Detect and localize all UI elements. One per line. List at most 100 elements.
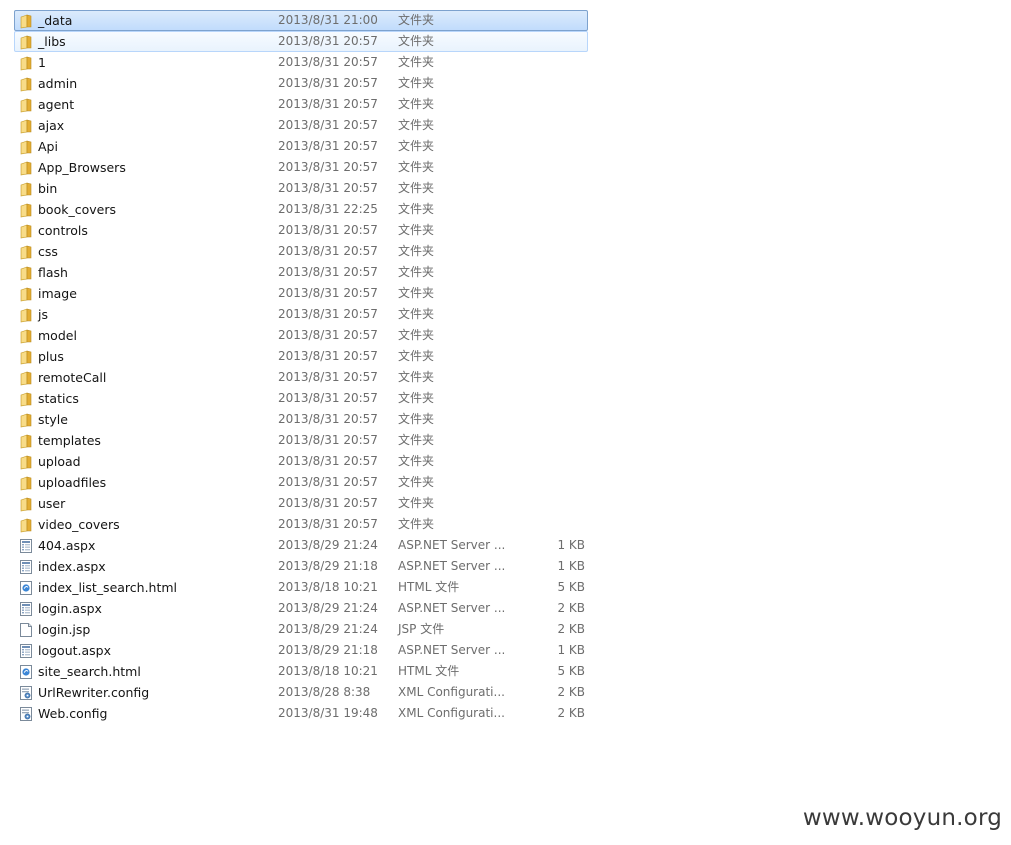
file-row[interactable]: statics 2013/8/31 20:57 文件夹 (14, 388, 588, 409)
file-type: ASP.NET Server ... (398, 601, 506, 615)
file-name: style (38, 412, 68, 427)
file-row[interactable]: agent 2013/8/31 20:57 文件夹 (14, 94, 588, 115)
file-row[interactable]: 404.aspx 2013/8/29 21:24 ASP.NET Server ..… (14, 535, 588, 556)
file-date-modified: 2013/8/31 20:57 (278, 517, 378, 531)
file-row[interactable]: _libs 2013/8/31 20:57 文件夹 (14, 31, 588, 52)
aspx-file-icon (18, 643, 34, 659)
file-type: 文件夹 (398, 34, 435, 48)
folder-icon (18, 202, 34, 218)
file-row[interactable]: Web.config 2013/8/31 19:48 XML Configurati… (14, 703, 588, 724)
file-name: admin (38, 76, 78, 91)
file-date-modified: 2013/8/31 21:00 (278, 13, 378, 27)
folder-icon (18, 391, 34, 407)
file-row[interactable]: flash 2013/8/31 20:57 文件夹 (14, 262, 588, 283)
file-row[interactable]: admin 2013/8/31 20:57 文件夹 (14, 73, 588, 94)
file-size: 1 KB (557, 559, 585, 573)
file-name: video_covers (38, 517, 120, 532)
file-row[interactable]: video_covers 2013/8/31 20:57 文件夹 (14, 514, 588, 535)
file-row[interactable]: ajax 2013/8/31 20:57 文件夹 (14, 115, 588, 136)
file-row[interactable]: controls 2013/8/31 20:57 文件夹 (14, 220, 588, 241)
file-row[interactable]: style 2013/8/31 20:57 文件夹 (14, 409, 588, 430)
file-date-modified: 2013/8/31 20:57 (278, 160, 378, 174)
file-type: 文件夹 (398, 328, 435, 342)
file-type: 文件夹 (398, 475, 435, 489)
file-row[interactable]: plus 2013/8/31 20:57 文件夹 (14, 346, 588, 367)
file-row[interactable]: book_covers 2013/8/31 22:25 文件夹 (14, 199, 588, 220)
folder-icon (18, 433, 34, 449)
file-date-modified: 2013/8/31 20:57 (278, 223, 378, 237)
file-row[interactable]: upload 2013/8/31 20:57 文件夹 (14, 451, 588, 472)
file-name: statics (38, 391, 79, 406)
file-row[interactable]: templates 2013/8/31 20:57 文件夹 (14, 430, 588, 451)
folder-icon (18, 307, 34, 323)
file-date-modified: 2013/8/29 21:18 (278, 643, 378, 657)
file-row[interactable]: site_search.html 2013/8/18 10:21 HTML 文件 5 … (14, 661, 588, 682)
file-name: ajax (38, 118, 65, 133)
file-size: 1 KB (557, 643, 585, 657)
file-name: App_Browsers (38, 160, 126, 175)
file-row[interactable]: index.aspx 2013/8/29 21:18 ASP.NET Server … (14, 556, 588, 577)
file-row[interactable]: bin 2013/8/31 20:57 文件夹 (14, 178, 588, 199)
file-size: 2 KB (557, 706, 585, 720)
file-name: book_covers (38, 202, 116, 217)
file-date-modified: 2013/8/18 10:21 (278, 664, 378, 678)
file-row[interactable]: Api 2013/8/31 20:57 文件夹 (14, 136, 588, 157)
file-row[interactable]: js 2013/8/31 20:57 文件夹 (14, 304, 588, 325)
file-name: image (38, 286, 77, 301)
file-row[interactable]: model 2013/8/31 20:57 文件夹 (14, 325, 588, 346)
file-row[interactable]: uploadfiles 2013/8/31 20:57 文件夹 (14, 472, 588, 493)
file-name: js (38, 307, 48, 322)
file-name: Api (38, 139, 58, 154)
file-date-modified: 2013/8/31 20:57 (278, 265, 378, 279)
file-row[interactable]: user 2013/8/31 20:57 文件夹 (14, 493, 588, 514)
file-row[interactable]: css 2013/8/31 20:57 文件夹 (14, 241, 588, 262)
file-type: HTML 文件 (398, 664, 460, 678)
file-row[interactable]: _data 2013/8/31 21:00 文件夹 (14, 10, 588, 31)
file-type: 文件夹 (398, 160, 435, 174)
file-type: 文件夹 (398, 412, 435, 426)
file-type: 文件夹 (398, 181, 435, 195)
file-name: Web.config (38, 706, 108, 721)
file-name: login.jsp (38, 622, 91, 637)
file-date-modified: 2013/8/31 20:57 (278, 34, 378, 48)
file-name: uploadfiles (38, 475, 107, 490)
folder-icon (18, 496, 34, 512)
file-name: _data (38, 13, 73, 28)
folder-icon (18, 454, 34, 470)
file-row[interactable]: UrlRewriter.config 2013/8/28 8:38 XML Conf… (14, 682, 588, 703)
file-date-modified: 2013/8/29 21:18 (278, 559, 378, 573)
file-row[interactable]: remoteCall 2013/8/31 20:57 文件夹 (14, 367, 588, 388)
file-date-modified: 2013/8/31 19:48 (278, 706, 378, 720)
folder-icon (18, 139, 34, 155)
file-name: index.aspx (38, 559, 106, 574)
file-type: 文件夹 (398, 433, 435, 447)
file-date-modified: 2013/8/31 20:57 (278, 328, 378, 342)
file-date-modified: 2013/8/31 20:57 (278, 76, 378, 90)
file-row[interactable]: index_list_search.html 2013/8/18 10:21 HTM… (14, 577, 588, 598)
folder-icon (18, 517, 34, 533)
file-row[interactable]: login.aspx 2013/8/29 21:24 ASP.NET Server … (14, 598, 588, 619)
file-row[interactable]: image 2013/8/31 20:57 文件夹 (14, 283, 588, 304)
folder-icon (18, 286, 34, 302)
file-type: 文件夹 (398, 454, 435, 468)
file-date-modified: 2013/8/31 20:57 (278, 55, 378, 69)
file-row[interactable]: 1 2013/8/31 20:57 文件夹 (14, 52, 588, 73)
file-date-modified: 2013/8/31 20:57 (278, 349, 378, 363)
file-row[interactable]: App_Browsers 2013/8/31 20:57 文件夹 (14, 157, 588, 178)
aspx-file-icon (18, 559, 34, 575)
file-type: 文件夹 (398, 76, 435, 90)
file-row[interactable]: login.jsp 2013/8/29 21:24 JSP 文件 2 KB (14, 619, 588, 640)
file-type: 文件夹 (398, 223, 435, 237)
file-name: bin (38, 181, 58, 196)
jsp-file-icon (18, 622, 34, 638)
file-list[interactable]: _data 2013/8/31 21:00 文件夹 _libs 2013/8/31 20… (14, 10, 588, 724)
watermark: www.wooyun.org (802, 805, 1002, 831)
file-type: XML Configurati... (398, 685, 505, 699)
file-name: index_list_search.html (38, 580, 178, 595)
folder-icon (18, 265, 34, 281)
config-file-icon (18, 706, 34, 722)
file-name: agent (38, 97, 75, 112)
file-name: UrlRewriter.config (38, 685, 150, 700)
file-row[interactable]: logout.aspx 2013/8/29 21:18 ASP.NET Server… (14, 640, 588, 661)
file-date-modified: 2013/8/31 20:57 (278, 307, 378, 321)
